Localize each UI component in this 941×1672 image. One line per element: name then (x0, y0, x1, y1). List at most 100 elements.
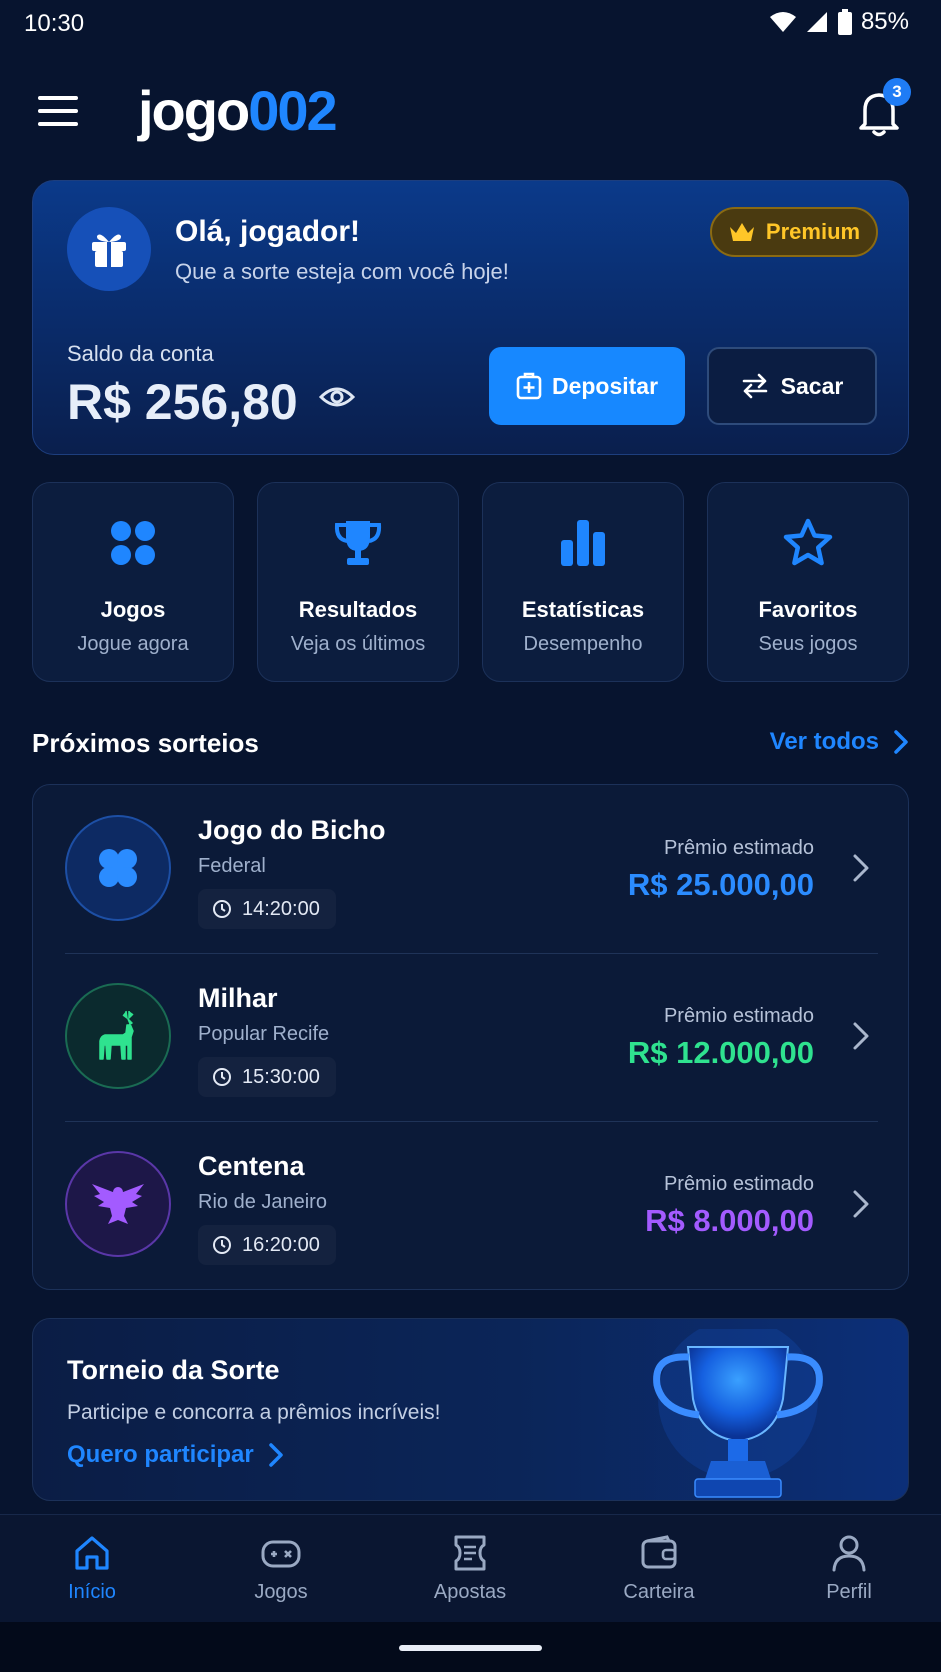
withdraw-button[interactable]: Sacar (707, 347, 877, 425)
see-all-label: Ver todos (769, 728, 879, 755)
ticket-icon (454, 1535, 486, 1571)
section-title: Próximos sorteios (32, 728, 259, 758)
draw-icon-badge (65, 1151, 171, 1257)
clover-icon (99, 849, 137, 887)
draw-name: Jogo do Bicho (198, 815, 386, 845)
eye-icon[interactable] (319, 383, 355, 411)
prize-value: R$ 8.000,00 (645, 1203, 814, 1238)
draw-subtitle: Popular Recife (198, 1023, 330, 1045)
menu-button[interactable] (38, 96, 78, 126)
prize-value: R$ 25.000,00 (627, 867, 814, 902)
deer-icon (99, 1010, 134, 1060)
tile-title: Favoritos (758, 597, 858, 622)
swap-icon (742, 373, 767, 399)
participate-label: Quero participar (67, 1441, 254, 1468)
deposit-icon (516, 372, 542, 400)
draw-subtitle: Federal (198, 855, 266, 877)
wifi-icon (769, 12, 796, 32)
battery-percent: 85% (860, 8, 909, 35)
status-indicators: 85% (769, 8, 909, 36)
clock-icon (213, 1068, 231, 1086)
gamepad-icon (261, 1540, 301, 1568)
signal-icon (806, 12, 827, 32)
eagle-icon (92, 1184, 144, 1224)
hamburger-icon-line (38, 122, 78, 126)
chevron-right-icon (894, 730, 908, 754)
gift-icon (92, 234, 126, 267)
prize-label: Prêmio estimado (663, 1005, 814, 1027)
crown-icon (729, 223, 754, 241)
deposit-label: Depositar (551, 372, 659, 399)
tile-favoritos[interactable]: Favoritos Seus jogos (707, 482, 909, 682)
logo-text-number: 002 (248, 79, 337, 142)
draw-subtitle: Rio de Janeiro (198, 1191, 327, 1213)
prize-label: Prêmio estimado (663, 837, 814, 859)
nav-label: Jogos (254, 1581, 308, 1603)
see-all-link[interactable]: Ver todos (770, 728, 909, 756)
draw-item-centena[interactable]: Centena Rio de Janeiro 16:20:00 Prêmio e… (33, 1121, 910, 1289)
chevron-right-icon (853, 1022, 869, 1050)
tile-estatisticas[interactable]: Estatísticas Desempenho (482, 482, 684, 682)
tile-subtitle: Desempenho (523, 633, 643, 655)
bottom-navigation: Início Jogos Apostas Carteira Perfil (0, 1514, 941, 1622)
app-logo: jogo002 (138, 78, 338, 143)
tile-subtitle: Jogue agora (77, 633, 189, 655)
nav-apostas[interactable]: Apostas (400, 1533, 540, 1604)
draw-time-value: 15:30:00 (242, 1065, 320, 1088)
nav-jogos[interactable]: Jogos (211, 1533, 351, 1604)
nav-carteira[interactable]: Carteira (589, 1533, 729, 1604)
battery-icon (837, 9, 852, 35)
greeting-subtitle: Que a sorte esteja com você hoje! (175, 259, 509, 284)
hamburger-icon-line (38, 96, 78, 100)
tile-title: Estatísticas (521, 597, 645, 622)
nav-label: Apostas (433, 1581, 507, 1603)
draw-icon-badge (65, 815, 171, 921)
nav-label: Início (68, 1581, 116, 1603)
bar-chart-icon (561, 520, 605, 566)
notification-badge: 3 (883, 78, 911, 106)
clock-icon (213, 1236, 231, 1254)
prize-label: Prêmio estimado (663, 1173, 814, 1195)
wallet-icon (641, 1535, 677, 1569)
draw-time: 15:30:00 (198, 1057, 336, 1097)
balance-label: Saldo da conta (67, 341, 214, 366)
notifications-button[interactable]: 3 (855, 78, 911, 138)
trophy-icon (334, 521, 382, 565)
balance-value: R$ 256,80 (67, 374, 298, 430)
nav-label: Perfil (826, 1581, 872, 1603)
grid-icon (111, 521, 155, 565)
greeting-title: Olá, jogador! (175, 215, 361, 248)
prize-value: R$ 12.000,00 (627, 1035, 814, 1070)
draw-time: 16:20:00 (198, 1225, 336, 1265)
tournament-title: Torneio da Sorte (67, 1355, 280, 1385)
gift-badge (67, 207, 151, 291)
tile-jogos[interactable]: Jogos Jogue agora (32, 482, 234, 682)
participate-link[interactable]: Quero participar (67, 1441, 284, 1469)
draw-name: Milhar (198, 983, 278, 1013)
home-indicator[interactable] (399, 1645, 542, 1651)
tile-subtitle: Veja os últimos (290, 633, 426, 655)
star-icon (783, 518, 833, 566)
draw-time-value: 16:20:00 (242, 1233, 320, 1256)
deposit-button[interactable]: Depositar (489, 347, 685, 425)
draw-item-jogo-do-bicho[interactable]: Jogo do Bicho Federal 14:20:00 Prêmio es… (33, 785, 910, 953)
premium-label: Premium (765, 219, 861, 244)
nav-perfil[interactable]: Perfil (779, 1533, 919, 1604)
draws-list: Jogo do Bicho Federal 14:20:00 Prêmio es… (32, 784, 909, 1290)
tile-subtitle: Seus jogos (758, 633, 858, 655)
logo-text-main: jogo (138, 79, 250, 142)
user-icon (832, 1535, 866, 1572)
nav-inicio[interactable]: Início (22, 1533, 162, 1604)
chevron-right-icon (268, 1443, 283, 1467)
trophy-illustration (653, 1329, 823, 1498)
status-time: 10:30 (24, 10, 85, 37)
tile-title: Jogos (100, 597, 166, 622)
draw-item-milhar[interactable]: Milhar Popular Recife 15:30:00 Prêmio es… (33, 953, 910, 1121)
welcome-card: Olá, jogador! Que a sorte esteja com voc… (32, 180, 909, 455)
tournament-banner[interactable]: Torneio da Sorte Participe e concorra a … (32, 1318, 909, 1501)
draw-time-value: 14:20:00 (242, 897, 320, 920)
home-icon (75, 1536, 109, 1570)
hamburger-icon-line (38, 109, 78, 113)
premium-badge: Premium (710, 207, 878, 257)
tile-resultados[interactable]: Resultados Veja os últimos (257, 482, 459, 682)
